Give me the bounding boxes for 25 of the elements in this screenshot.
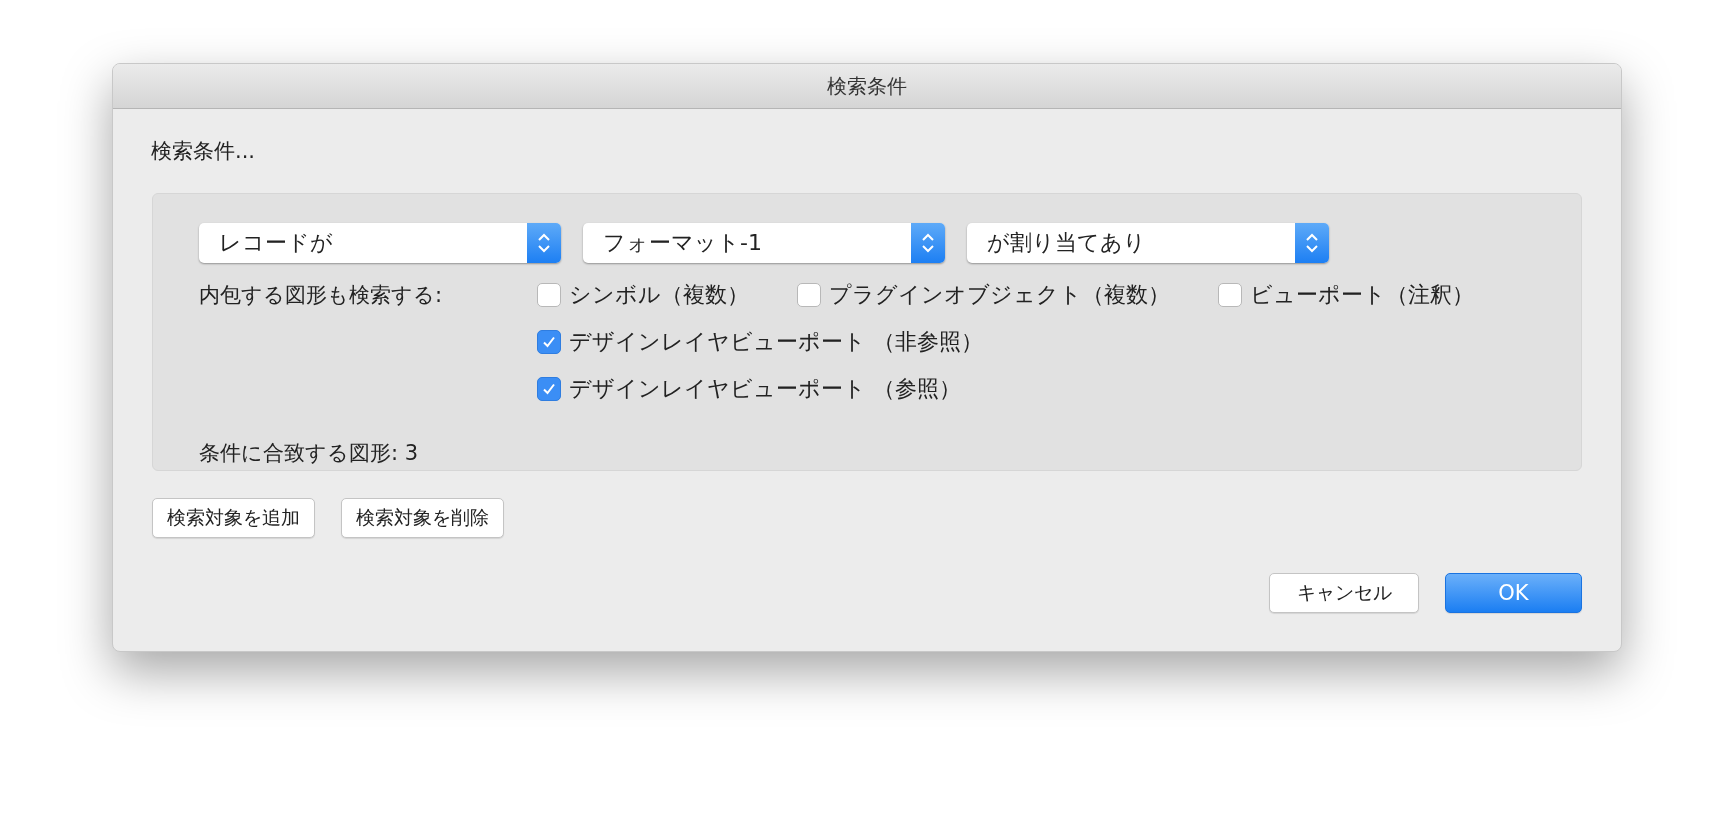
include-label: 内包する図形も検索する:	[199, 282, 444, 309]
chevron-updown-icon	[1295, 223, 1329, 263]
window-title: 検索条件	[827, 72, 907, 100]
chevron-updown-icon	[911, 223, 945, 263]
checkbox-option[interactable]: シンボル（複数）	[537, 275, 749, 315]
checkbox-option[interactable]: プラグインオブジェクト（複数）	[797, 275, 1170, 315]
checkmark-icon	[541, 334, 557, 350]
match-count: 条件に合致する図形: 3	[199, 440, 420, 467]
checkbox[interactable]	[1218, 283, 1242, 307]
popup-menu[interactable]: レコードが	[199, 223, 561, 263]
checkbox-option[interactable]: デザインレイヤビューポート （参照）	[537, 369, 961, 409]
checkbox[interactable]	[797, 283, 821, 307]
edit-button[interactable]: 検索対象を削除	[341, 498, 504, 538]
checkbox-option[interactable]: ビューポート（注釈）	[1218, 275, 1474, 315]
section-heading: 検索条件...	[151, 138, 257, 165]
checkbox-option[interactable]: デザインレイヤビューポート （非参照）	[537, 322, 983, 362]
checkbox[interactable]	[537, 330, 561, 354]
chevron-updown-icon	[527, 223, 561, 263]
checkbox[interactable]	[537, 377, 561, 401]
checkmark-icon	[541, 381, 557, 397]
popup-menu[interactable]: が割り当てあり	[967, 223, 1329, 263]
edit-button[interactable]: 検索対象を追加	[152, 498, 315, 538]
cancel-button[interactable]: キャンセル	[1269, 573, 1419, 613]
popup-menu[interactable]: フォーマット-1	[583, 223, 945, 263]
checkbox[interactable]	[537, 283, 561, 307]
